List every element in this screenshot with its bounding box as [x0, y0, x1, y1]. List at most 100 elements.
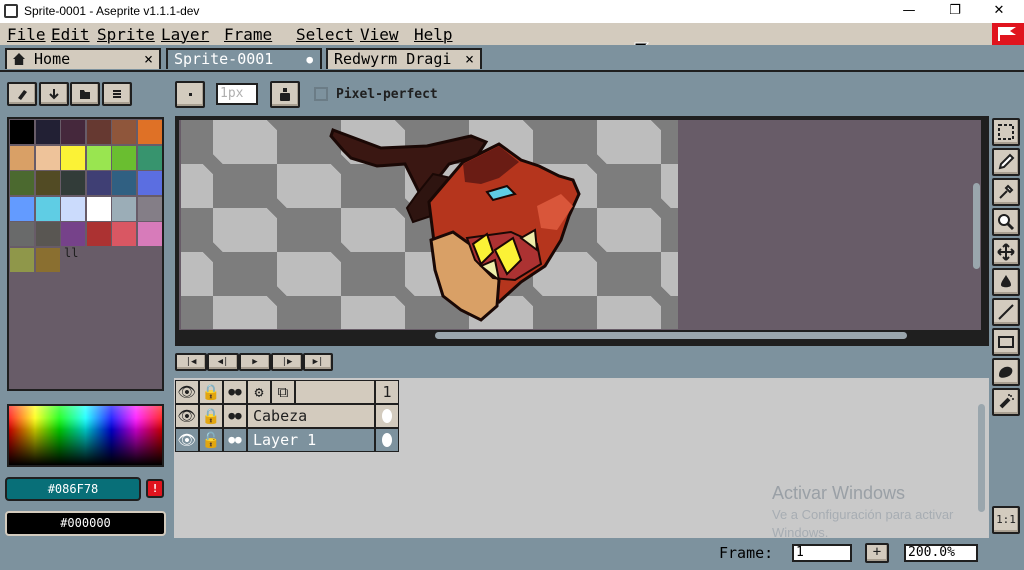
- background-color-button[interactable]: #000000: [5, 511, 166, 536]
- tool-rectangle[interactable]: [992, 328, 1020, 356]
- timeline-onion-header[interactable]: ●●: [223, 380, 247, 404]
- zoom-input[interactable]: 200.0%: [904, 544, 978, 562]
- color-warning-button[interactable]: !: [146, 479, 164, 498]
- tool-contour[interactable]: [992, 358, 1020, 386]
- foreground-color-button[interactable]: #086F78: [5, 477, 141, 501]
- tool-eyedropper[interactable]: [992, 178, 1020, 206]
- tab-sprite-0001[interactable]: Sprite-0001 ●: [166, 48, 322, 70]
- close-window-button[interactable]: ✕: [976, 0, 1022, 23]
- palette-swatch[interactable]: [86, 222, 111, 246]
- palette-swatch[interactable]: [61, 171, 85, 195]
- palette-swatch[interactable]: [112, 222, 136, 246]
- palette-swatch[interactable]: [112, 196, 136, 221]
- palette-swatch[interactable]: [86, 120, 111, 144]
- layer-lock-toggle[interactable]: 🔒: [199, 404, 223, 428]
- cel-layer-1-frame-1[interactable]: [375, 428, 399, 452]
- tool-spray[interactable]: [992, 388, 1020, 416]
- cel-cabeza-frame-1[interactable]: [375, 404, 399, 428]
- timeline-layers-header[interactable]: ⧉: [271, 380, 295, 404]
- palette-swatch[interactable]: [61, 196, 85, 221]
- palette-swatch[interactable]: [35, 171, 60, 195]
- tab-home-close[interactable]: ×: [144, 50, 153, 69]
- palette-options-button[interactable]: [102, 82, 132, 106]
- pixel-perfect-checkbox[interactable]: [314, 87, 328, 101]
- first-frame-button[interactable]: |◀: [175, 353, 207, 371]
- layer-visibility-toggle[interactable]: 👁: [175, 428, 199, 452]
- menu-frame[interactable]: Frame: [224, 25, 272, 44]
- palette-swatch[interactable]: [10, 171, 34, 195]
- tool-line[interactable]: [992, 298, 1020, 326]
- timeline-frame-header[interactable]: 1: [375, 380, 399, 404]
- palette-swatch[interactable]: [35, 222, 60, 246]
- palette-sort-button[interactable]: [39, 82, 69, 106]
- palette-swatch[interactable]: [61, 145, 85, 170]
- tool-paint-bucket[interactable]: [992, 268, 1020, 296]
- palette-swatch[interactable]: [86, 171, 111, 195]
- tab-redwyrm[interactable]: Redwyrm Dragi ×: [326, 48, 482, 70]
- palette-swatch[interactable]: [10, 120, 34, 144]
- tool-pencil[interactable]: [992, 148, 1020, 176]
- layer-name-cabeza[interactable]: Cabeza: [247, 404, 375, 428]
- timeline-gear-header[interactable]: ⚙: [247, 380, 271, 404]
- palette-swatch[interactable]: [61, 222, 85, 246]
- palette-swatch[interactable]: [10, 196, 34, 221]
- edit-palette-button[interactable]: [7, 82, 37, 106]
- layer-continuous-toggle[interactable]: ●●: [223, 404, 247, 428]
- palette-swatch[interactable]: [86, 145, 111, 170]
- menu-view[interactable]: View: [360, 25, 399, 44]
- menu-sprite[interactable]: Sprite: [97, 25, 155, 44]
- tab-modified-dot[interactable]: ●: [306, 50, 313, 69]
- menu-select[interactable]: Select: [296, 25, 354, 44]
- timeline-visibility-header[interactable]: 👁: [175, 380, 199, 404]
- canvas-vertical-scrollbar[interactable]: [973, 183, 980, 269]
- palette-swatch[interactable]: [10, 247, 34, 272]
- timeline-vertical-scrollbar[interactable]: [978, 404, 985, 512]
- timeline-lock-header[interactable]: 🔒: [199, 380, 223, 404]
- frame-number-input[interactable]: 1: [792, 544, 852, 562]
- next-frame-button[interactable]: |▶: [271, 353, 303, 371]
- palette-swatch[interactable]: [35, 145, 60, 170]
- tool-marquee[interactable]: [992, 118, 1020, 146]
- palette-swatch[interactable]: [112, 120, 136, 144]
- menu-layer[interactable]: Layer: [161, 25, 209, 44]
- tool-move[interactable]: [992, 238, 1020, 266]
- palette-swatch[interactable]: [137, 145, 162, 170]
- canvas-horizontal-scrollbar[interactable]: [435, 332, 907, 339]
- palette-swatch[interactable]: [61, 120, 85, 144]
- palette-swatch[interactable]: [137, 196, 162, 221]
- minimize-button[interactable]: —: [886, 0, 932, 23]
- palette-swatch[interactable]: [137, 171, 162, 195]
- palette-swatch[interactable]: [137, 222, 162, 246]
- layer-name-layer-1[interactable]: Layer 1: [247, 428, 375, 452]
- palette-swatch[interactable]: [137, 120, 162, 144]
- menu-file[interactable]: File: [7, 25, 46, 44]
- palette-swatch[interactable]: [35, 196, 60, 221]
- tab-redwyrm-close[interactable]: ×: [465, 50, 474, 69]
- sprite-canvas[interactable]: [181, 120, 678, 329]
- layer-continuous-toggle[interactable]: ●●: [223, 428, 247, 452]
- add-frame-button[interactable]: +: [865, 543, 889, 563]
- tool-zoom[interactable]: [992, 208, 1020, 236]
- tab-home[interactable]: Home ×: [5, 48, 161, 70]
- palette-swatch[interactable]: [86, 196, 111, 221]
- brush-type-button[interactable]: [175, 81, 205, 108]
- layer-lock-toggle[interactable]: 🔓: [199, 428, 223, 452]
- palette-swatch[interactable]: [35, 120, 60, 144]
- maximize-button[interactable]: ❐: [932, 0, 978, 23]
- palette-swatch[interactable]: [10, 222, 34, 246]
- play-button[interactable]: ▶: [239, 353, 271, 371]
- layer-visibility-toggle[interactable]: 👁: [175, 404, 199, 428]
- menu-edit[interactable]: Edit: [51, 25, 90, 44]
- ratio-button[interactable]: 1:1: [992, 506, 1020, 534]
- brush-size-input[interactable]: 1px: [216, 83, 258, 105]
- previous-frame-button[interactable]: ◀|: [207, 353, 239, 371]
- palette-swatch[interactable]: [112, 171, 136, 195]
- palette-swatch[interactable]: [112, 145, 136, 170]
- last-frame-button[interactable]: ▶|: [303, 353, 333, 371]
- palette-swatch[interactable]: [35, 247, 60, 272]
- menu-help[interactable]: Help: [414, 25, 453, 44]
- palette-presets-button[interactable]: [70, 82, 100, 106]
- color-spectrum[interactable]: [7, 404, 164, 467]
- palette-swatch[interactable]: [10, 145, 34, 170]
- news-flag-button[interactable]: [992, 23, 1024, 45]
